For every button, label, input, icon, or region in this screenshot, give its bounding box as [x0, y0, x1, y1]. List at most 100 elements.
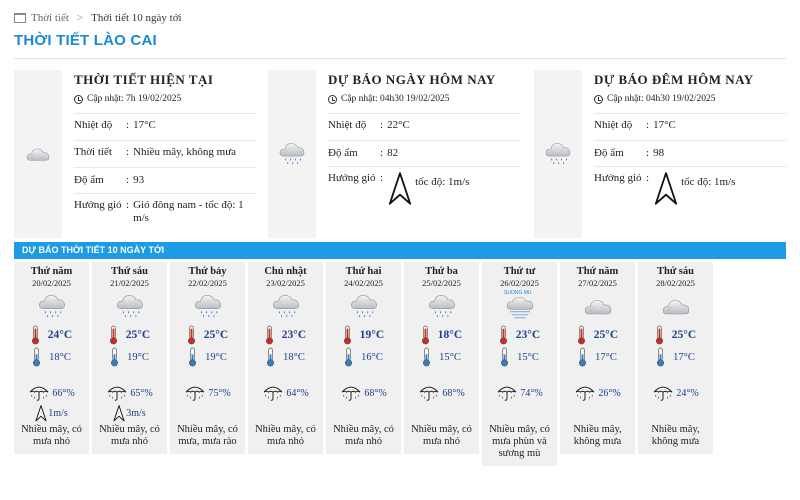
card-title: DỰ BÁO ĐÊM HÔM NAY: [594, 72, 754, 87]
day-weather-icon-wrap: [92, 288, 167, 324]
min-temp-row: 17°C: [560, 346, 635, 368]
rain-chance: 74°%: [520, 387, 543, 399]
wind-row: [560, 404, 635, 422]
day-weather-icon-wrap: [248, 288, 323, 324]
day-date: 24/02/2025: [344, 278, 383, 288]
thermometer-hot-icon: [655, 325, 664, 345]
umbrella-rain-icon: [28, 384, 50, 402]
max-temp-row: 18°C: [404, 324, 479, 346]
info-value: tốc độ: 1m/s: [681, 176, 736, 188]
fog-label: SUONG MU: [504, 290, 532, 296]
max-temp-row: 24°C: [14, 324, 89, 346]
thermometer-cold-icon: [500, 347, 509, 367]
day-forecast-card: Thứ sáu 21/02/2025 25°C 19°C 65°% 3m/s N…: [92, 262, 167, 454]
rain-chance: 24°%: [676, 387, 699, 399]
min-temp: 17°C: [673, 351, 695, 363]
info-label: Nhiệt độ: [74, 119, 113, 131]
max-temp: 25°C: [203, 329, 229, 341]
thermometer-cold-icon: [110, 347, 119, 367]
day-date: 28/02/2025: [656, 278, 695, 288]
rain-chance: 64°%: [286, 387, 309, 399]
today-info-table: Nhiệt độ :22°C Độ ẩm :82 Hướng gió : tốc…: [328, 113, 520, 210]
min-temp: 15°C: [517, 351, 539, 363]
day-description: Nhiều mây, có mưa nhỏ: [21, 424, 82, 447]
thermometer-hot-icon: [577, 325, 586, 345]
min-temp: 18°C: [49, 351, 71, 363]
max-temp: 19°C: [359, 329, 385, 341]
day-description: Nhiều mây, có mưa nhỏ: [333, 424, 394, 447]
info-value: Gió đông nam - tốc độ: 1 m/s: [133, 199, 244, 224]
thermometer-hot-icon: [265, 325, 274, 345]
info-row-humidity: Độ ẩm :98: [594, 141, 786, 167]
rain-chance: 66°%: [52, 387, 75, 399]
thermometer-hot-icon: [109, 325, 118, 345]
thermometer-cold-icon: [578, 347, 587, 367]
day-weather-icon-wrap: SUONG MU: [482, 288, 557, 324]
breadcrumb: Thời tiết > Thời tiết 10 ngày tới: [14, 10, 182, 26]
info-value: 82: [387, 147, 399, 159]
folder-icon: [14, 13, 26, 23]
wind-row: [404, 404, 479, 422]
wind-direction-arrow-icon: [35, 405, 47, 422]
day-forecast-card: Thứ ba 25/02/2025 18°C 15°C 68°% Nhiều m: [404, 262, 479, 454]
info-row-temperature: Nhiệt độ :22°C: [328, 114, 520, 141]
wind-speed: 3m/s: [126, 407, 146, 419]
umbrella-rain-icon: [106, 384, 128, 402]
umbrella-rain-icon: [418, 384, 440, 402]
min-temp: 19°C: [205, 351, 227, 363]
updated-text: Cập nhật: 04h30 19/02/2025: [341, 94, 450, 104]
rain-cloud-icon: [193, 294, 223, 319]
day-date: 21/02/2025: [110, 278, 149, 288]
updated-text: Cập nhật: 7h 19/02/2025: [87, 94, 182, 104]
thermometer-cold-icon: [188, 347, 197, 367]
min-temp: 17°C: [595, 351, 617, 363]
card-title: DỰ BÁO NGÀY HÔM NAY: [328, 72, 496, 87]
card-title: THỜI TIẾT HIỆN TẠI: [74, 72, 214, 87]
day-date: 26/02/2025: [500, 278, 539, 288]
wind-direction-arrow-icon: [113, 405, 125, 422]
umbrella-rain-icon: [262, 384, 284, 402]
page-title: THỜI TIẾT LÀO CAI: [14, 32, 157, 49]
min-temp-row: 17°C: [638, 346, 713, 368]
rain-chance: 26°%: [598, 387, 621, 399]
wind-row: 3m/s: [92, 404, 167, 422]
info-row-wind: Hướng gió : Gió đông nam - tốc độ: 1 m/s: [74, 194, 256, 229]
day-description: Nhiều mây, có mưa, mưa rào: [177, 424, 238, 447]
rain-chance-row: 65°%: [92, 382, 167, 404]
day-description: Nhiều mây, không mưa: [651, 424, 700, 447]
info-label: Độ ẩm: [328, 147, 358, 159]
day-name: Thứ hai: [345, 266, 382, 277]
rain-chance: 75°%: [208, 387, 231, 399]
day-forecast-card: Thứ năm 27/02/2025 25°C 17°C 26°% Nhiều: [560, 262, 635, 454]
clock-icon: [594, 94, 603, 104]
wind-speed: 1m/s: [48, 407, 68, 419]
rain-chance-row: 66°%: [14, 382, 89, 404]
day-description: Nhiều mây, có mưa nhỏ: [99, 424, 160, 447]
day-forecast-card: Thứ năm 20/02/2025 24°C 18°C 66°% 1m/s N…: [14, 262, 89, 454]
info-label: Nhiệt độ: [328, 119, 367, 131]
day-name: Thứ tư: [503, 266, 536, 277]
day-date: 27/02/2025: [578, 278, 617, 288]
info-row-humidity: Độ ẩm :93: [74, 168, 256, 194]
min-temp-row: 15°C: [482, 346, 557, 368]
min-temp-row: 18°C: [14, 346, 89, 368]
info-value: 17°C: [653, 119, 676, 131]
rain-chance: 68°%: [364, 387, 387, 399]
rain-chance: 68°%: [442, 387, 465, 399]
rain-cloud-icon: [278, 142, 306, 166]
updated-time: Cập nhật: 04h30 19/02/2025: [594, 94, 786, 104]
day-forecast-card: Thứ tư 26/02/2025 SUONG MU 23°C 15°C 74°…: [482, 262, 557, 466]
current-weather-icon-panel: [14, 70, 62, 238]
thermometer-hot-icon: [187, 325, 196, 345]
info-value: 93: [133, 174, 145, 186]
max-temp-row: 19°C: [326, 324, 401, 346]
rain-cloud-icon: [115, 294, 145, 319]
current-weather-card: THỜI TIẾT HIỆN TẠI Cập nhật: 7h 19/02/20…: [14, 70, 256, 238]
info-row-wind: Hướng gió : tốc độ: 1m/s: [328, 167, 520, 210]
day-forecast-card: Thứ bảy 22/02/2025 25°C 19°C 75°% Nhiều: [170, 262, 245, 454]
updated-text: Cập nhật: 04h30 19/02/2025: [607, 94, 716, 104]
max-temp-row: 23°C: [248, 324, 323, 346]
clock-icon: [74, 94, 83, 104]
breadcrumb-home-link[interactable]: Thời tiết: [31, 12, 69, 24]
rain-cloud-icon: [544, 142, 572, 166]
